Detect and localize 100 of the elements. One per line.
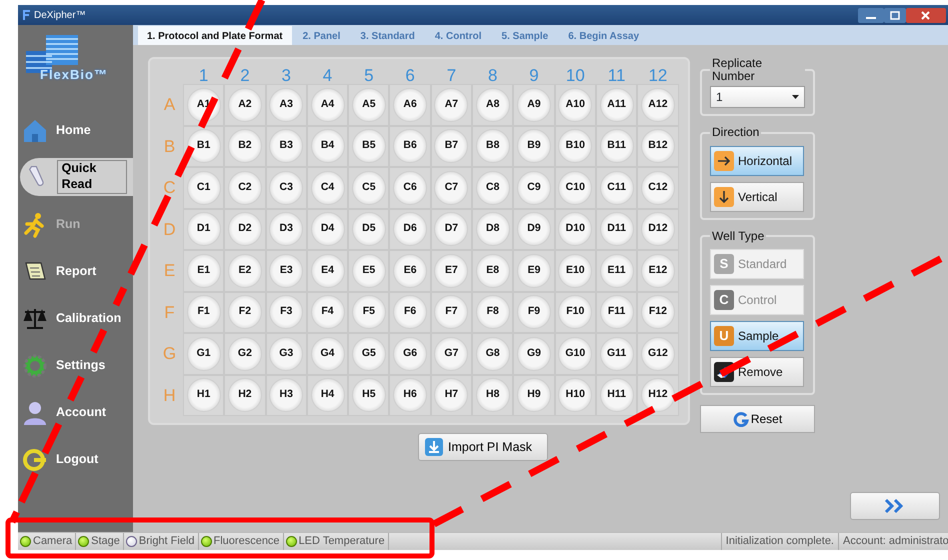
well[interactable]: A6 <box>393 88 428 122</box>
well[interactable]: C10 <box>558 170 592 205</box>
well[interactable]: E2 <box>228 254 262 288</box>
well[interactable]: C4 <box>310 170 345 205</box>
well[interactable]: H1 <box>186 378 221 412</box>
well[interactable]: D9 <box>517 212 552 246</box>
sidebar-item[interactable]: Report <box>18 248 102 295</box>
well-type-button[interactable]: Remove <box>710 356 804 387</box>
well[interactable]: B6 <box>393 129 428 164</box>
well-type-button[interactable]: U Sample <box>710 320 804 351</box>
direction-button[interactable]: Horizontal <box>710 146 804 176</box>
well[interactable]: D3 <box>269 212 304 246</box>
well[interactable]: G11 <box>600 336 634 371</box>
well[interactable]: C12 <box>640 170 675 205</box>
well[interactable]: D6 <box>393 212 428 246</box>
well[interactable]: H12 <box>640 378 675 412</box>
well[interactable]: B7 <box>434 129 468 164</box>
well[interactable]: A12 <box>640 88 675 122</box>
well[interactable]: C7 <box>434 170 468 205</box>
well[interactable]: D10 <box>558 212 592 246</box>
well[interactable]: B4 <box>310 129 345 164</box>
sidebar-item[interactable]: Quick Read <box>20 158 133 196</box>
well[interactable]: F2 <box>228 295 262 330</box>
well[interactable]: G1 <box>186 336 221 371</box>
well[interactable]: F6 <box>393 295 428 330</box>
well[interactable]: A10 <box>558 88 592 122</box>
well[interactable]: E7 <box>434 254 468 288</box>
well[interactable]: H11 <box>600 378 634 412</box>
well[interactable]: F12 <box>640 295 675 330</box>
well[interactable]: H8 <box>476 378 510 412</box>
well[interactable]: H6 <box>393 378 428 412</box>
well[interactable]: F11 <box>600 295 634 330</box>
well[interactable]: D1 <box>186 212 221 246</box>
well[interactable]: E4 <box>310 254 345 288</box>
well[interactable]: E12 <box>640 254 675 288</box>
well[interactable]: D8 <box>476 212 510 246</box>
well[interactable]: C1 <box>186 170 221 205</box>
well[interactable]: C3 <box>269 170 304 205</box>
sidebar-item[interactable]: Calibration <box>18 295 128 342</box>
well[interactable]: G12 <box>640 336 675 371</box>
well[interactable]: G3 <box>269 336 304 371</box>
well[interactable]: E3 <box>269 254 304 288</box>
well[interactable]: B1 <box>186 129 221 164</box>
well[interactable]: F10 <box>558 295 592 330</box>
well[interactable]: F3 <box>269 295 304 330</box>
well[interactable]: G5 <box>352 336 386 371</box>
well[interactable]: C2 <box>228 170 262 205</box>
well[interactable]: H4 <box>310 378 345 412</box>
well[interactable]: C5 <box>352 170 386 205</box>
well[interactable]: F5 <box>352 295 386 330</box>
well[interactable]: E9 <box>517 254 552 288</box>
well[interactable]: B12 <box>640 129 675 164</box>
well[interactable]: G9 <box>517 336 552 371</box>
well[interactable]: A2 <box>228 88 262 122</box>
well[interactable]: A4 <box>310 88 345 122</box>
well[interactable]: F4 <box>310 295 345 330</box>
well[interactable]: C8 <box>476 170 510 205</box>
well[interactable]: C6 <box>393 170 428 205</box>
well[interactable]: E5 <box>352 254 386 288</box>
direction-button[interactable]: Vertical <box>710 182 804 212</box>
well[interactable]: G8 <box>476 336 510 371</box>
well[interactable]: D5 <box>352 212 386 246</box>
well[interactable]: D7 <box>434 212 468 246</box>
well[interactable]: A3 <box>269 88 304 122</box>
well[interactable]: H7 <box>434 378 468 412</box>
well[interactable]: E10 <box>558 254 592 288</box>
well[interactable]: E11 <box>600 254 634 288</box>
maximize-icon[interactable] <box>884 8 906 22</box>
well[interactable]: G6 <box>393 336 428 371</box>
well[interactable]: H2 <box>228 378 262 412</box>
well[interactable]: B5 <box>352 129 386 164</box>
minimize-icon[interactable] <box>858 8 884 22</box>
well[interactable]: G10 <box>558 336 592 371</box>
tab[interactable]: 1. Protocol and Plate Format <box>138 26 292 45</box>
well[interactable]: A7 <box>434 88 468 122</box>
well[interactable]: B2 <box>228 129 262 164</box>
replicate-select[interactable]: 1 <box>710 86 805 108</box>
next-button[interactable] <box>850 492 940 520</box>
well[interactable]: B11 <box>600 129 634 164</box>
well[interactable]: C11 <box>600 170 634 205</box>
well[interactable]: D12 <box>640 212 675 246</box>
well[interactable]: F9 <box>517 295 552 330</box>
well[interactable]: A11 <box>600 88 634 122</box>
well[interactable]: D4 <box>310 212 345 246</box>
well[interactable]: G2 <box>228 336 262 371</box>
sidebar-item[interactable]: Account <box>18 389 112 436</box>
well[interactable]: G7 <box>434 336 468 371</box>
well[interactable]: H5 <box>352 378 386 412</box>
well[interactable]: F7 <box>434 295 468 330</box>
well[interactable]: B9 <box>517 129 552 164</box>
well[interactable]: B3 <box>269 129 304 164</box>
reset-button[interactable]: Reset <box>700 404 815 433</box>
well[interactable]: F8 <box>476 295 510 330</box>
well[interactable]: E8 <box>476 254 510 288</box>
well[interactable]: H10 <box>558 378 592 412</box>
well[interactable]: A5 <box>352 88 386 122</box>
well[interactable]: B8 <box>476 129 510 164</box>
well[interactable]: H3 <box>269 378 304 412</box>
well[interactable]: A8 <box>476 88 510 122</box>
well[interactable]: D11 <box>600 212 634 246</box>
